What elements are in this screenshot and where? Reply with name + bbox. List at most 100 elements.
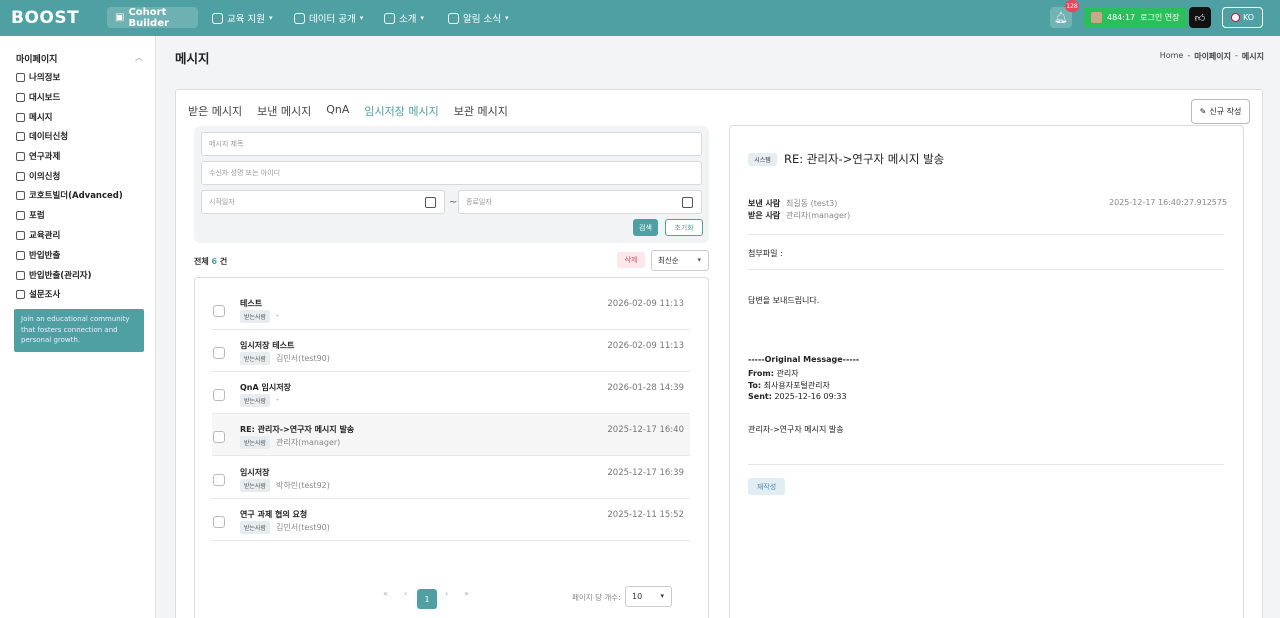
- sidebar-item-forum[interactable]: 포럼: [16, 209, 45, 221]
- sort-value: 최신순: [658, 256, 679, 265]
- original-sent: Sent: 2025-12-16 09:33: [748, 392, 847, 401]
- sidebar-item-import-export-admin[interactable]: 반입반출(관리자): [16, 269, 92, 281]
- new-message-label: 신규 작성: [1209, 107, 1242, 116]
- tab-archived[interactable]: 보관 메시지: [454, 103, 508, 119]
- top-nav: BOOST ▣ Cohort Builder 교육 지원 ▾ 데이터 공개 ▾ …: [0, 0, 1280, 36]
- cohort-icon: [16, 190, 25, 200]
- next-page-icon[interactable]: ›: [445, 589, 448, 598]
- data-request-icon: [16, 131, 25, 141]
- tab-sent[interactable]: 보낸 메시지: [257, 103, 311, 119]
- logo[interactable]: BOOST: [11, 8, 79, 28]
- row-checkbox[interactable]: [213, 474, 225, 486]
- first-page-icon[interactable]: «: [383, 589, 388, 598]
- page-button-current[interactable]: 1: [417, 589, 437, 609]
- sidebar-item-objection[interactable]: 이의신청: [16, 170, 60, 182]
- detail-timestamp: 2025-12-17 16:40:27.912575: [1109, 198, 1228, 207]
- sidebar-item-message[interactable]: 메시지: [16, 111, 52, 123]
- layers-icon: [16, 270, 25, 280]
- rewrite-button[interactable]: 재작성: [748, 478, 785, 495]
- data-icon: [294, 12, 305, 24]
- sidebar-item-label: 교육관리: [29, 231, 61, 241]
- sidebar-item-label: 대시보드: [29, 93, 61, 103]
- nav-menu-news[interactable]: 알림 소식 ▾: [448, 11, 509, 25]
- sidebar-item-data-request[interactable]: 데이터신청: [16, 130, 68, 142]
- chevron-down-icon: ▾: [268, 14, 273, 22]
- list-item[interactable]: 테스트 받는사람 - 2026-02-09 11:13: [212, 288, 690, 330]
- row-date: 2026-01-28 14:39: [607, 383, 684, 393]
- row-date: 2026-02-09 11:13: [607, 299, 684, 309]
- prev-page-icon[interactable]: ‹: [404, 589, 407, 598]
- row-date: 2025-12-11 15:52: [607, 510, 684, 520]
- sidebar-item-label: 반입반출: [29, 251, 61, 261]
- sidebar-item-my-info[interactable]: 나의정보: [16, 71, 60, 83]
- row-checkbox[interactable]: [213, 347, 225, 359]
- bell-icon: 🔔︎: [1054, 11, 1068, 24]
- avatar: [1091, 12, 1102, 23]
- sent-label: Sent:: [748, 392, 772, 401]
- row-checkbox[interactable]: [213, 516, 225, 528]
- language-label: KO: [1242, 13, 1255, 22]
- list-item[interactable]: 임시저장 테스트 받는사람 김민서(test90) 2026-02-09 11:…: [212, 330, 690, 372]
- chevron-up-icon[interactable]: ︿: [135, 52, 143, 63]
- pencil-icon: ✎: [1199, 107, 1207, 116]
- nav-menu-label: 소개: [399, 14, 417, 25]
- recipient-badge: 받는사람: [240, 436, 271, 449]
- cohort-builder-button[interactable]: ▣ Cohort Builder: [107, 7, 198, 29]
- thumbs-up-button[interactable]: 👍︎: [1189, 7, 1211, 28]
- nav-menu-about[interactable]: 소개 ▾: [384, 11, 424, 25]
- new-message-button[interactable]: ✎ 신규 작성: [1191, 99, 1250, 124]
- breadcrumb-home[interactable]: Home: [1160, 51, 1184, 62]
- receiver-value: 관리자(manager): [786, 211, 851, 220]
- nav-menu-data[interactable]: 데이터 공개 ▾: [294, 11, 363, 25]
- search-button[interactable]: 검색: [633, 219, 658, 236]
- tab-received[interactable]: 받은 메시지: [188, 103, 242, 119]
- list-item[interactable]: QnA 임시저장 받는사람 - 2026-01-28 14:39: [212, 372, 690, 414]
- list-item[interactable]: 임시저장 받는사람 박하린(test92) 2025-12-17 16:39: [212, 457, 690, 499]
- row-checkbox[interactable]: [213, 431, 225, 443]
- list-item[interactable]: 연구 과제 협의 요청 받는사람 김민서(test90) 2025-12-11 …: [212, 499, 690, 541]
- tab-drafts[interactable]: 임시저장 메시지: [364, 103, 438, 119]
- delete-button[interactable]: 삭제: [617, 252, 645, 268]
- row-title: 테스트: [240, 299, 263, 308]
- sidebar-item-research[interactable]: 연구과제: [16, 150, 60, 162]
- sidebar-item-survey[interactable]: 설문조사: [16, 288, 60, 300]
- sidebar-item-import-export[interactable]: 반입반출: [16, 249, 60, 261]
- calendar-icon[interactable]: [425, 197, 436, 208]
- sent-value: 2025-12-16 09:33: [774, 392, 847, 401]
- recipient-badge: 받는사람: [240, 521, 271, 534]
- end-date-placeholder: 종료일자: [466, 198, 492, 206]
- list-item-selected[interactable]: RE: 관리자->연구자 메시지 발송 받는사람 관리자(manager) 20…: [212, 414, 690, 456]
- recipient-badge: 받는사람: [240, 352, 271, 365]
- calendar-icon[interactable]: [682, 197, 693, 208]
- sidebar-item-dashboard[interactable]: 대시보드: [16, 91, 60, 103]
- start-date-input[interactable]: 시작일자: [201, 190, 445, 214]
- breadcrumb-mypage[interactable]: 마이페이지: [1194, 51, 1231, 62]
- from-label: From:: [748, 369, 774, 378]
- nav-menu-education[interactable]: 교육 지원 ▾: [212, 11, 273, 25]
- breadcrumb: Home - 마이페이지 - 메시지: [1160, 51, 1264, 62]
- reset-button[interactable]: 초기화: [665, 219, 703, 236]
- row-date: 2025-12-17 16:39: [607, 468, 684, 478]
- breadcrumb-separator: -: [1187, 51, 1191, 60]
- tab-qna[interactable]: QnA: [326, 103, 349, 119]
- sort-select[interactable]: 최신순 ▾: [651, 250, 709, 271]
- title-search-input[interactable]: 메시지 제목: [201, 132, 702, 156]
- receiver-search-input[interactable]: 수신자 성명 또는 아이디: [201, 161, 702, 185]
- layers-icon: [16, 171, 25, 181]
- layers-icon: [16, 230, 25, 240]
- end-date-input[interactable]: 종료일자: [458, 190, 702, 214]
- sidebar-item-label: 포럼: [29, 211, 45, 221]
- last-page-icon[interactable]: »: [464, 589, 469, 598]
- login-extend-label: 로그인 연장: [1140, 13, 1180, 22]
- sidebar-item-label: 데이터신청: [29, 132, 69, 142]
- total-number: 6: [211, 257, 218, 266]
- row-checkbox[interactable]: [213, 389, 225, 401]
- login-extend-button[interactable]: 484:17 로그인 연장: [1084, 7, 1187, 28]
- sidebar-item-education-admin[interactable]: 교육관리: [16, 229, 60, 241]
- sender-value: 최길동 (test3): [786, 199, 838, 208]
- row-checkbox[interactable]: [213, 305, 225, 317]
- divider: [748, 464, 1224, 465]
- language-button[interactable]: KO: [1222, 7, 1263, 28]
- sidebar-item-cohort-builder[interactable]: 코호트빌더(Advanced): [16, 189, 123, 201]
- per-page-select[interactable]: 10 ▾: [625, 586, 672, 607]
